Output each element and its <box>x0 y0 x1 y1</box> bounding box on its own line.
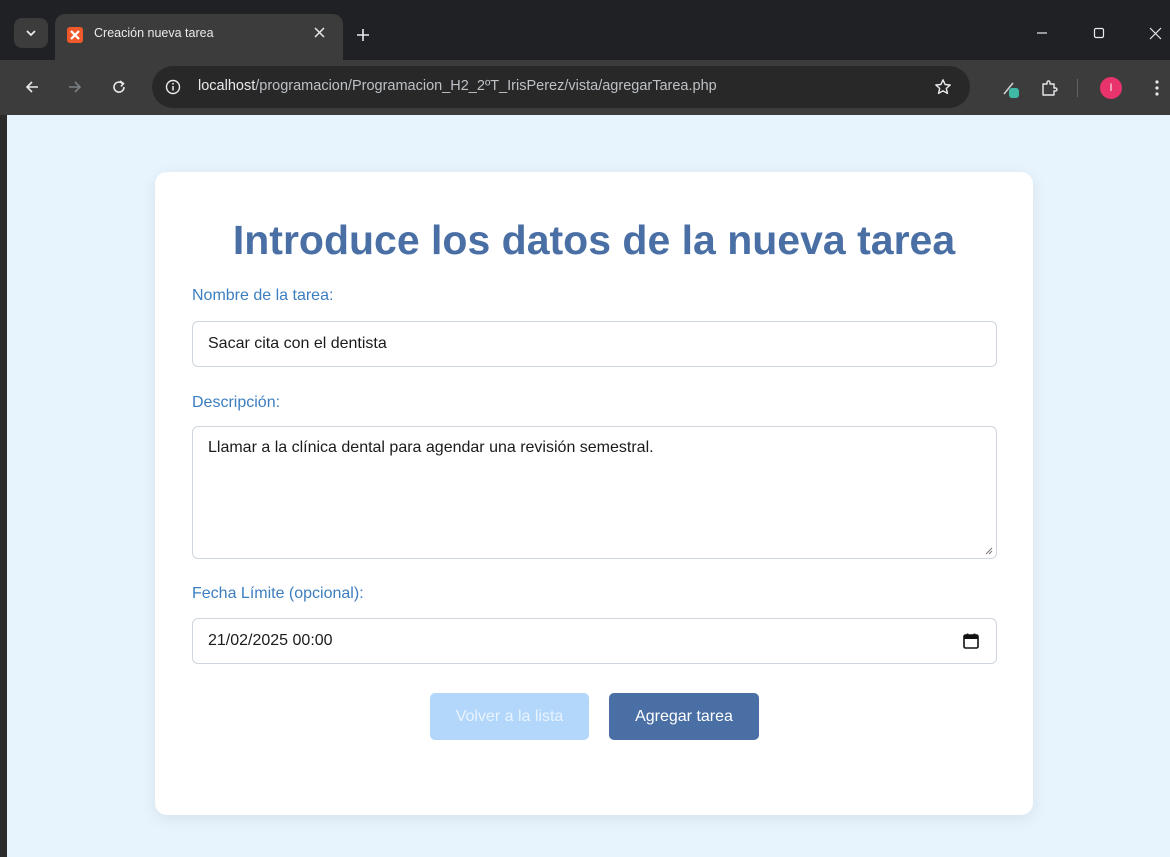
forward-button[interactable] <box>60 72 90 102</box>
bookmark-button[interactable] <box>932 76 954 98</box>
description-text: Llamar a la clínica dental para agendar … <box>208 439 654 456</box>
info-icon <box>165 79 181 95</box>
back-button[interactable] <box>17 72 47 102</box>
task-name-label: Nombre de la tarea: <box>192 287 334 304</box>
eyedropper-extension-button[interactable] <box>996 73 1026 103</box>
browser-toolbar: localhost/programacion/Programacion_H2_2… <box>0 60 1170 115</box>
address-bar[interactable]: localhost/programacion/Programacion_H2_2… <box>152 66 970 108</box>
browser-tab[interactable]: Creación nueva tarea <box>55 14 343 60</box>
more-vert-icon <box>1155 80 1159 96</box>
page-title: Introduce los datos de la nueva tarea <box>232 217 956 263</box>
back-arrow-icon <box>25 81 38 93</box>
chevron-down-icon <box>26 30 36 37</box>
minimize-button[interactable] <box>1022 18 1062 48</box>
due-date-label: Fecha Límite (opcional): <box>192 585 364 602</box>
star-icon <box>935 79 951 95</box>
form-card: Introduce los datos de la nueva tarea No… <box>155 172 1033 815</box>
tab-close-button[interactable] <box>309 22 329 42</box>
calendar-icon[interactable] <box>962 632 980 650</box>
close-icon <box>313 26 325 38</box>
due-date-input[interactable]: 21/02/2025 00:00 <box>192 618 997 664</box>
xampp-favicon-icon <box>67 27 83 43</box>
eyedropper-extension-icon <box>1003 82 1019 98</box>
task-name-input[interactable]: Sacar cita con el dentista <box>192 321 997 367</box>
reload-icon <box>113 80 125 93</box>
more-menu-button[interactable] <box>1142 73 1170 103</box>
tab-search-button[interactable] <box>14 18 48 48</box>
minimize-icon <box>1037 32 1047 34</box>
reload-button[interactable] <box>104 72 134 102</box>
close-icon <box>1149 27 1161 39</box>
description-label: Descripción: <box>192 394 281 411</box>
window-left-border <box>0 115 7 857</box>
extensions-button[interactable] <box>1034 73 1064 103</box>
window-close-button[interactable] <box>1135 18 1170 48</box>
browser-titlebar: Creación nueva tarea <box>0 0 1170 60</box>
plus-icon <box>357 29 369 41</box>
due-date-value: 21/02/2025 00:00 <box>208 632 333 649</box>
new-tab-button[interactable] <box>352 24 374 46</box>
extensions-puzzle-icon <box>1042 80 1058 96</box>
tab-title: Creación nueva tarea <box>94 26 214 40</box>
site-info-button[interactable] <box>162 76 184 98</box>
add-task-button[interactable]: Agregar tarea <box>609 693 759 740</box>
profile-avatar[interactable]: I <box>1100 77 1122 99</box>
forward-arrow-icon <box>69 81 82 93</box>
maximize-button[interactable] <box>1079 18 1119 48</box>
toolbar-separator <box>1077 79 1078 97</box>
resize-handle-icon[interactable] <box>983 545 993 555</box>
description-textarea[interactable]: Llamar a la clínica dental para agendar … <box>192 426 997 559</box>
back-to-list-button[interactable]: Volver a la lista <box>430 693 589 740</box>
maximize-icon <box>1093 27 1105 39</box>
url-text: localhost/programacion/Programacion_H2_2… <box>198 78 717 94</box>
